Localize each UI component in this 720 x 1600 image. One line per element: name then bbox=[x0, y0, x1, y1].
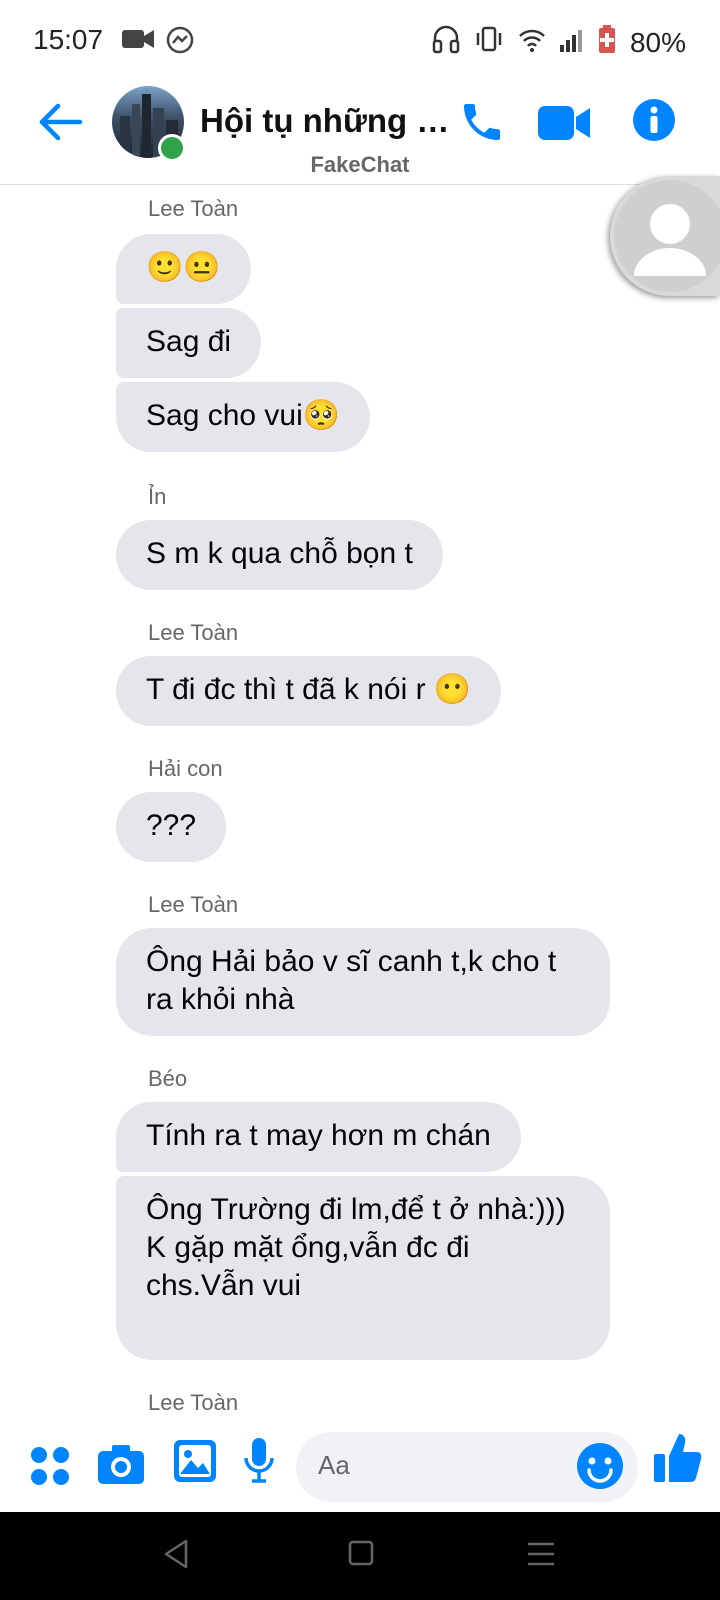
default-avatar-icon bbox=[614, 180, 720, 292]
sender-name: Hải con bbox=[148, 756, 223, 781]
message-bubble[interactable]: ??? bbox=[116, 792, 227, 862]
status-time: 15:07 bbox=[33, 24, 104, 55]
sender-name: Lee Toàn bbox=[148, 1390, 239, 1415]
message-bubble[interactable]: Sag đi bbox=[116, 308, 262, 378]
sender-name: Lee Toàn bbox=[148, 892, 239, 917]
status-bar: 15:07 80% bbox=[0, 0, 720, 80]
message-bubble[interactable]: Tính ra t may hơn m chán bbox=[116, 1102, 521, 1172]
battery-icon bbox=[598, 25, 616, 60]
info-icon[interactable] bbox=[632, 98, 676, 147]
sender-name: Béo bbox=[148, 1066, 188, 1091]
system-navigation-bar bbox=[0, 1512, 720, 1600]
message-input-placeholder: Aa bbox=[318, 1450, 350, 1480]
battery-level: 80% bbox=[629, 26, 686, 58]
wifi-icon bbox=[518, 27, 546, 59]
nav-home-icon[interactable] bbox=[348, 1540, 374, 1571]
apps-menu-icon[interactable] bbox=[30, 1446, 70, 1491]
message-bubble[interactable]: T đi đc thì t đã k nói r 😶 bbox=[116, 656, 502, 726]
message-bubble[interactable]: Ông Trường đi lm,để t ở nhà:))) K gặp mặ… bbox=[116, 1176, 610, 1360]
video-call-icon[interactable] bbox=[538, 104, 590, 147]
video-camera-icon bbox=[122, 28, 154, 55]
signal-icon bbox=[559, 27, 584, 59]
gallery-icon[interactable] bbox=[174, 1440, 216, 1487]
back-arrow-icon[interactable] bbox=[38, 102, 84, 147]
message-bubble[interactable]: S m k qua chỗ bọn t bbox=[116, 520, 443, 590]
nav-back-icon[interactable] bbox=[162, 1538, 190, 1575]
messenger-icon bbox=[165, 25, 195, 60]
chat-header: Hội tụ những n... FakeChat bbox=[0, 80, 720, 185]
message-bubble[interactable]: Ông Hải bảo v sĩ canh t,k cho t ra khỏi … bbox=[116, 928, 610, 1036]
microphone-icon[interactable] bbox=[244, 1438, 274, 1489]
message-bubble[interactable]: 🙂😐 bbox=[116, 234, 251, 304]
chat-title[interactable]: Hội tụ những n... bbox=[200, 102, 450, 140]
message-bubble[interactable]: Sag cho vui🥺 bbox=[116, 382, 371, 452]
message-composer: Aa bbox=[0, 1420, 720, 1512]
sender-name: Lee Toàn bbox=[148, 620, 239, 645]
vibrate-icon bbox=[474, 26, 504, 59]
sender-name: Lee Toàn bbox=[148, 196, 239, 221]
chat-subtitle: FakeChat bbox=[310, 152, 410, 177]
phone-call-icon[interactable] bbox=[458, 98, 506, 151]
sender-name: Ỉn bbox=[148, 484, 167, 509]
camera-icon[interactable] bbox=[98, 1444, 144, 1489]
chat-head-bubble[interactable] bbox=[610, 176, 720, 296]
headphones-icon bbox=[432, 24, 460, 61]
message-input[interactable]: Aa bbox=[296, 1432, 638, 1502]
emoji-icon[interactable] bbox=[576, 1442, 624, 1495]
like-thumb-icon[interactable] bbox=[654, 1432, 702, 1489]
nav-menu-icon[interactable] bbox=[526, 1540, 556, 1573]
